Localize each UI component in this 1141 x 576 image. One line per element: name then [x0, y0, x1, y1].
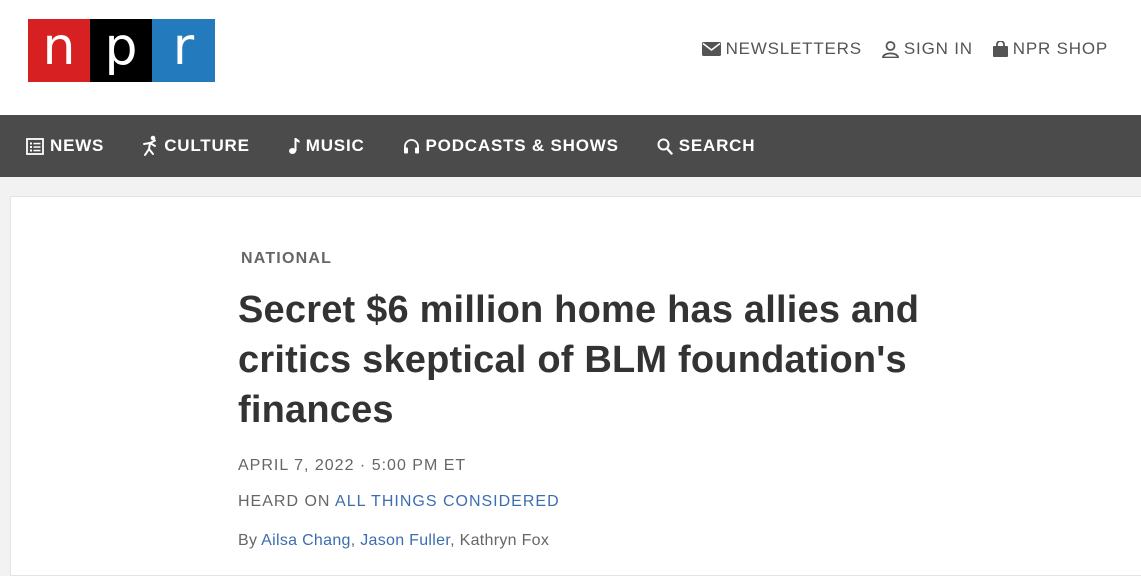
- nav-podcasts-shows[interactable]: PODCASTS & SHOWS: [403, 136, 619, 156]
- npr-shop-label: NPR SHOP: [1012, 39, 1108, 58]
- nav-news-label: NEWS: [50, 136, 105, 155]
- section-kicker[interactable]: NATIONAL: [241, 250, 332, 268]
- author-link-1[interactable]: Ailsa Chang: [261, 532, 351, 549]
- headphones-icon: [403, 138, 420, 154]
- news-list-icon: [26, 137, 44, 155]
- byline: By Ailsa Chang, Jason Fuller, Kathryn Fo…: [238, 532, 549, 550]
- newsletters-link[interactable]: NEWSLETTERS: [701, 39, 862, 59]
- logo-tile-r: r: [152, 19, 215, 82]
- nav-podcasts-label: PODCASTS & SHOWS: [425, 136, 619, 155]
- main-nav: NEWS CULTURE MUSIC PODCASTS & SHOWS SEAR…: [0, 115, 1141, 177]
- nav-culture[interactable]: CULTURE: [142, 135, 250, 157]
- nav-music[interactable]: MUSIC: [288, 136, 365, 156]
- nav-search[interactable]: SEARCH: [657, 136, 756, 156]
- nav-culture-label: CULTURE: [164, 136, 250, 155]
- show-link[interactable]: ALL THINGS CONSIDERED: [335, 493, 560, 510]
- sign-in-label: SIGN IN: [903, 39, 973, 58]
- byline-separator: ,: [450, 532, 460, 549]
- nav-music-label: MUSIC: [305, 136, 365, 155]
- top-header: n p r NEWSLETTERS SIGN IN NPR SHOP: [0, 0, 1141, 115]
- culture-figure-icon: [142, 135, 158, 157]
- shopping-bag-icon: [992, 41, 1008, 57]
- nav-news[interactable]: NEWS: [26, 136, 104, 156]
- nav-search-label: SEARCH: [678, 136, 756, 155]
- author-link-2[interactable]: Jason Fuller: [360, 532, 450, 549]
- newsletters-label: NEWSLETTERS: [725, 39, 862, 58]
- article-card: NATIONAL Secret $6 million home has alli…: [10, 196, 1141, 576]
- sign-in-link[interactable]: SIGN IN: [882, 39, 973, 59]
- npr-logo[interactable]: n p r: [28, 19, 215, 82]
- envelope-icon: [701, 42, 721, 56]
- npr-shop-link[interactable]: NPR SHOP: [992, 39, 1108, 59]
- logo-tile-p: p: [90, 19, 152, 82]
- author-name-3: Kathryn Fox: [459, 532, 550, 549]
- heard-on: HEARD ON ALL THINGS CONSIDERED: [238, 493, 560, 511]
- article-headline: Secret $6 million home has allies and cr…: [238, 289, 920, 431]
- heard-on-prefix: HEARD ON: [238, 493, 336, 510]
- byline-prefix: By: [238, 532, 262, 549]
- byline-separator: ,: [350, 532, 361, 549]
- utility-nav: NEWSLETTERS SIGN IN NPR SHOP: [701, 39, 1108, 59]
- music-note-icon: [288, 137, 300, 155]
- logo-tile-n: n: [28, 19, 90, 82]
- user-icon: [882, 40, 899, 58]
- search-icon: [657, 138, 673, 155]
- article-dateline: APRIL 7, 2022 · 5:00 PM ET: [238, 457, 467, 474]
